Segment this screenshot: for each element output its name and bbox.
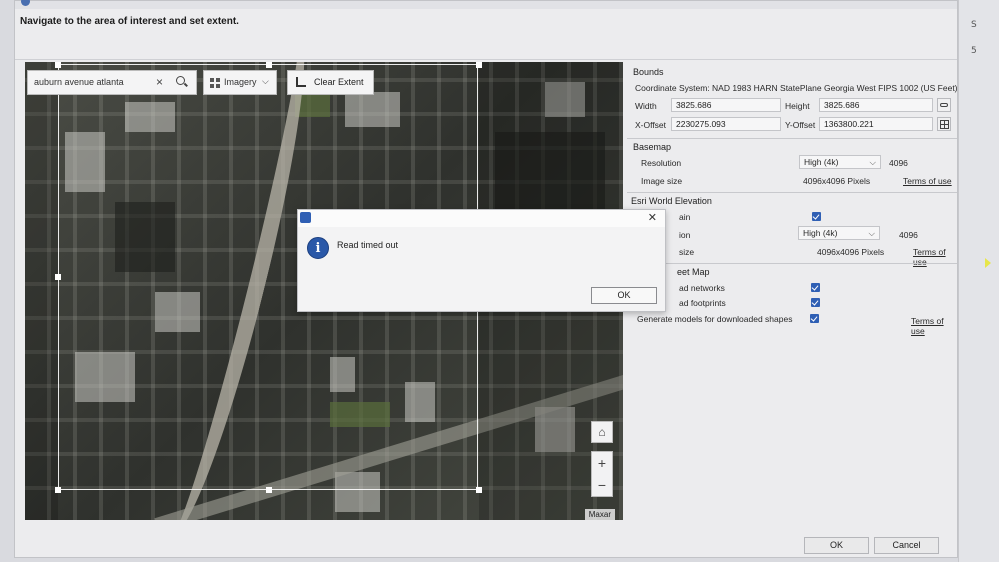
- road-networks-label: ad networks: [679, 283, 725, 293]
- search-icon[interactable]: [176, 76, 185, 85]
- settings-panel: Bounds Coordinate System: NAD 1983 HARN …: [627, 62, 958, 336]
- extent-handle-left[interactable]: [55, 274, 61, 280]
- zoom-out-button[interactable]: −: [592, 474, 612, 496]
- generate-models-label: Generate models for downloaded shapes: [637, 314, 793, 324]
- basemap-terms-link[interactable]: Terms of use: [903, 176, 952, 186]
- error-ok-button[interactable]: OK: [591, 287, 657, 304]
- coordinate-system-text: Coordinate System: NAD 1983 HARN StatePl…: [635, 83, 958, 93]
- road-networks-checkbox[interactable]: [811, 283, 820, 292]
- background-window-edge: S 5: [958, 0, 999, 562]
- basemap-resolution-px: 4096: [889, 158, 908, 168]
- chevron-down-icon: ⌵: [868, 228, 875, 238]
- generate-models-checkbox[interactable]: [810, 314, 819, 323]
- footprints-checkbox[interactable]: [811, 298, 820, 307]
- width-field[interactable]: 3825.686: [671, 98, 781, 112]
- table-icon: [940, 120, 949, 129]
- yoffset-field[interactable]: 1363800.221: [819, 117, 933, 131]
- extent-handle-tr[interactable]: [476, 62, 482, 68]
- basemap-grid-icon: [210, 78, 220, 88]
- section-divider: [627, 192, 957, 193]
- footprints-label: ad footprints: [679, 298, 726, 308]
- edge-text-2: 5: [971, 46, 977, 56]
- height-label: Height: [785, 101, 810, 111]
- app-icon: [21, 0, 30, 6]
- elevation-resolution-select[interactable]: High (4k) ⌵: [798, 226, 880, 240]
- info-icon: i: [307, 237, 329, 259]
- width-label: Width: [635, 101, 657, 111]
- instruction-text: Navigate to the area of interest and set…: [20, 16, 239, 27]
- section-divider: [627, 138, 957, 139]
- basemap-dropdown[interactable]: Imagery ⌵: [203, 70, 277, 95]
- mouse-cursor-icon: [985, 258, 991, 268]
- link-icon: [940, 103, 948, 107]
- crop-icon: [296, 77, 306, 87]
- terrain-checkbox[interactable]: [812, 212, 821, 221]
- basemap-image-size-value: 4096x4096 Pixels: [803, 176, 871, 186]
- extent-handle-br[interactable]: [476, 487, 482, 493]
- basemap-image-size-label: Image size: [641, 176, 683, 186]
- home-button[interactable]: ⌂: [591, 421, 613, 443]
- close-icon[interactable]: ✕: [648, 211, 657, 224]
- extent-handle-bottom[interactable]: [266, 487, 272, 493]
- basemap-heading: Basemap: [633, 142, 672, 152]
- header-divider: [15, 59, 957, 60]
- elevation-resolution-value: High (4k): [803, 228, 838, 238]
- search-input[interactable]: auburn avenue atlanta ×: [27, 70, 197, 95]
- elevation-size-value: 4096x4096 Pixels: [817, 247, 885, 257]
- home-icon: ⌂: [598, 425, 606, 439]
- chevron-down-icon: ⌵: [869, 157, 876, 167]
- error-dialog-titlebar: ✕: [298, 210, 665, 227]
- dialog-titlebar: [15, 0, 957, 9]
- basemap-resolution-select[interactable]: High (4k) ⌵: [799, 155, 881, 169]
- chevron-down-icon: ⌵: [262, 76, 269, 86]
- xoffset-label: X-Offset: [635, 120, 667, 130]
- error-message: Read timed out: [337, 240, 399, 250]
- bounds-heading: Bounds: [633, 67, 664, 77]
- xoffset-field[interactable]: 2230275.093: [671, 117, 781, 131]
- basemap-resolution-label: Resolution: [641, 158, 682, 168]
- edge-text-1: S: [971, 20, 977, 30]
- map-attribution: Maxar: [584, 509, 615, 520]
- basemap-label: Imagery: [224, 77, 257, 87]
- basemap-resolution-value: High (4k): [804, 157, 839, 167]
- error-dialog: ✕ i Read timed out OK: [297, 209, 666, 312]
- cancel-button[interactable]: Cancel: [874, 537, 939, 554]
- elevation-resolution-label: ion: [679, 230, 691, 240]
- yoffset-label: Y-Offset: [785, 120, 816, 130]
- extent-handle-tl[interactable]: [55, 62, 61, 68]
- ok-button[interactable]: OK: [804, 537, 869, 554]
- table-button[interactable]: [937, 117, 951, 131]
- lock-aspect-button[interactable]: [937, 98, 951, 112]
- streetmap-heading: eet Map: [677, 267, 710, 277]
- zoom-controls: + −: [591, 451, 613, 497]
- elevation-size-label: size: [679, 247, 695, 257]
- extent-handle-bl[interactable]: [55, 487, 61, 493]
- clear-extent-label: Clear Extent: [314, 77, 364, 87]
- height-field[interactable]: 3825.686: [819, 98, 933, 112]
- zoom-in-button[interactable]: +: [592, 452, 612, 474]
- elevation-terms-link[interactable]: Terms of use: [913, 247, 957, 267]
- clear-search-icon[interactable]: ×: [156, 75, 163, 89]
- app-icon: [300, 212, 311, 223]
- elevation-resolution-px: 4096: [899, 230, 918, 240]
- outside-extent-shade: [25, 62, 58, 520]
- search-value: auburn avenue atlanta: [34, 77, 124, 87]
- section-divider: [627, 263, 957, 264]
- clear-extent-button[interactable]: Clear Extent: [287, 70, 374, 95]
- streetmap-terms-link[interactable]: Terms of use: [911, 316, 957, 336]
- terrain-label: ain: [679, 212, 691, 222]
- extent-handle-top[interactable]: [266, 62, 272, 68]
- elevation-heading: Esri World Elevation: [631, 196, 712, 206]
